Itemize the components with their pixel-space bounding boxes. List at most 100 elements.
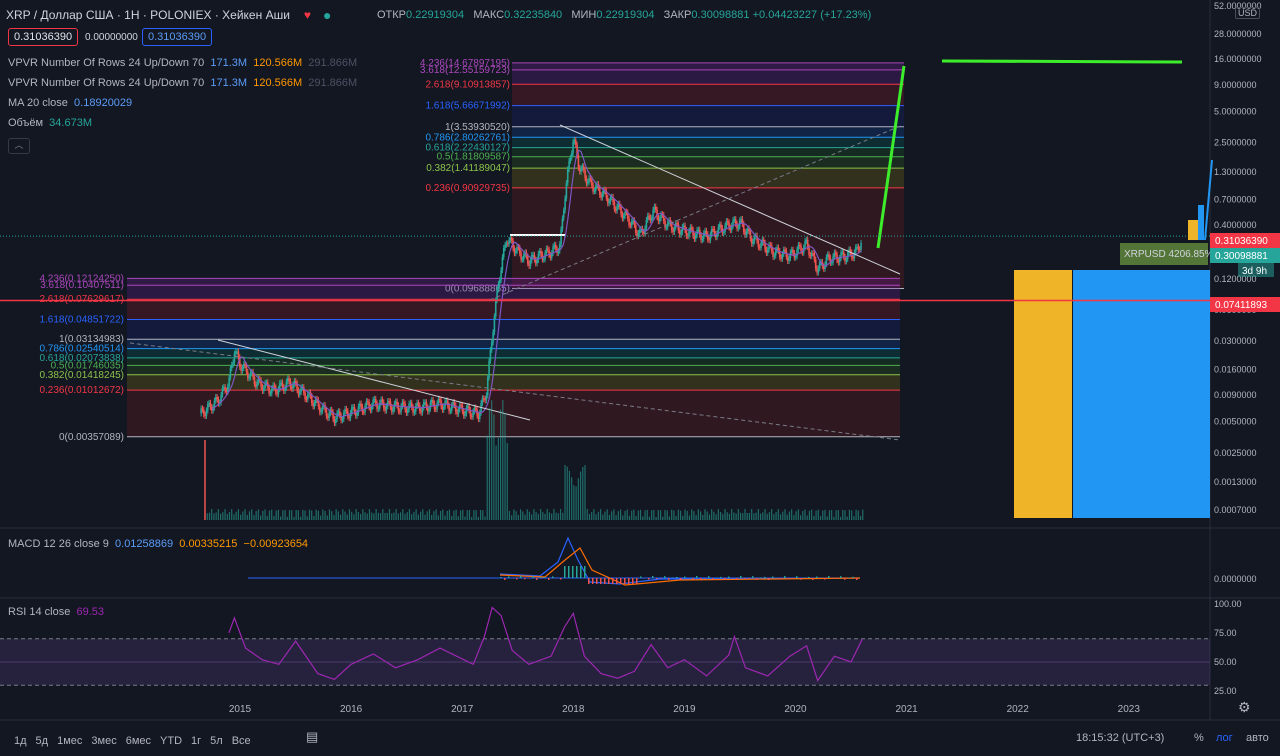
- clock-time[interactable]: 18:15:32 (UTC+3): [1076, 732, 1164, 744]
- indicator-ma20[interactable]: MA 20 close 0.18920029: [8, 97, 132, 109]
- indicator-rsi[interactable]: RSI 14 close 69.53: [8, 606, 104, 618]
- range-1m[interactable]: 1мес: [57, 735, 82, 747]
- volume-bar: [315, 509, 317, 520]
- volume-bar: [724, 509, 726, 520]
- symbol-title[interactable]: XRP / Доллар США · 1Н · POLONIEX · Хейке…: [6, 8, 290, 22]
- range-1y[interactable]: 1г: [191, 735, 201, 747]
- range-5y[interactable]: 5л: [210, 735, 223, 747]
- auto-toggle[interactable]: авто: [1246, 732, 1269, 744]
- rsi-tick: 50.00: [1214, 657, 1237, 667]
- candle-body: [229, 368, 232, 378]
- candle-body: [417, 402, 420, 406]
- fib-left-zone: [127, 299, 900, 320]
- volume-bar: [713, 511, 715, 520]
- candle-body: [493, 316, 496, 333]
- gear-icon[interactable]: ⚙: [1238, 699, 1251, 716]
- volume-bar: [379, 513, 382, 520]
- volume-bar: [319, 515, 322, 520]
- macd-hist: [632, 578, 634, 584]
- y-tick-label: 16.0000000: [1214, 54, 1262, 64]
- candle-body: [400, 406, 402, 412]
- fib-right-zone: [512, 69, 904, 85]
- candle-body: [546, 248, 549, 250]
- buy-button[interactable]: 0.31036390: [142, 28, 213, 46]
- range-ytd[interactable]: YTD: [160, 735, 182, 747]
- candle-body: [845, 259, 848, 262]
- volume-bar: [751, 509, 753, 520]
- volume-bar: [415, 509, 417, 520]
- fib-left-label: 3.618(0.10407511): [40, 280, 124, 291]
- candle-body: [270, 388, 273, 394]
- candle-body: [522, 254, 525, 260]
- volume-bar: [597, 511, 599, 520]
- candle-body: [774, 249, 777, 256]
- heart-icon[interactable]: ♥: [304, 8, 311, 22]
- volume-bar: [719, 511, 722, 520]
- fib-left-zone: [127, 390, 900, 437]
- volume-bar: [362, 509, 364, 520]
- fib-right-label: 0.236(0.90929735): [425, 183, 510, 194]
- candle-body: [673, 227, 676, 233]
- macd-hist: [640, 576, 642, 578]
- volume-bar: [695, 515, 697, 520]
- volume-bar: [235, 511, 237, 520]
- volume-bar: [266, 515, 268, 520]
- volume-bar: [279, 516, 282, 520]
- macd-hist: [748, 578, 750, 579]
- candle-body: [694, 235, 697, 239]
- indicator-vpvr-2[interactable]: VPVR Number Of Rows 24 Up/Down 70 171.3M…: [8, 77, 357, 89]
- range-1d[interactable]: 1д: [14, 735, 27, 747]
- fib-left-label: 1.618(0.04851722): [39, 315, 124, 326]
- candle-body: [488, 360, 490, 378]
- range-all[interactable]: Все: [232, 735, 251, 747]
- price-tag-label: 0.07411893: [1215, 300, 1268, 311]
- log-toggle[interactable]: лог: [1216, 732, 1233, 744]
- candle-body: [500, 270, 502, 280]
- volume-bar: [624, 510, 626, 520]
- chart-header: XRP / Доллар США · 1Н · POLONIEX · Хейке…: [6, 7, 332, 23]
- candle-body: [580, 168, 582, 172]
- indicator-macd[interactable]: MACD 12 26 close 9 0.01258869 0.00335215…: [8, 538, 308, 550]
- chart-canvas[interactable]: 4.236(14.67897195)3.618(12.55159723)2.61…: [0, 0, 1280, 756]
- y-tick-label: 0.0090000: [1214, 390, 1257, 400]
- volume-bar: [326, 515, 328, 520]
- volume-bar: [551, 513, 553, 520]
- volume-bar: [484, 516, 486, 520]
- indicator-volume[interactable]: Объём 34.673M: [8, 117, 92, 129]
- candle-body: [753, 236, 756, 242]
- candle-body: [325, 409, 328, 417]
- candle-body: [566, 169, 569, 183]
- macd-hist: [712, 578, 714, 580]
- candle-body: [494, 300, 497, 317]
- percent-toggle[interactable]: %: [1194, 732, 1204, 744]
- calendar-icon[interactable]: ▤: [306, 729, 318, 745]
- range-3m[interactable]: 3мес: [91, 735, 116, 747]
- currency-label[interactable]: USD: [1235, 7, 1261, 19]
- volume-bar: [464, 516, 466, 520]
- candle-body: [268, 387, 270, 394]
- macd-hist: [740, 576, 742, 578]
- sell-button[interactable]: 0.31036390: [8, 28, 79, 46]
- volume-bar: [471, 516, 473, 520]
- macd-hist: [520, 576, 522, 578]
- volume-bar: [722, 514, 724, 520]
- volume-bar: [771, 509, 773, 520]
- volume-bar: [524, 514, 526, 520]
- indicator-vpvr-1[interactable]: VPVR Number Of Rows 24 Up/Down 70 171.3M…: [8, 57, 357, 69]
- candle-body: [692, 229, 694, 236]
- volume-bar: [737, 509, 739, 520]
- volume-bar: [708, 514, 711, 520]
- macd-hist: [744, 578, 746, 580]
- volume-bar: [702, 514, 704, 520]
- volume-bar: [642, 516, 644, 520]
- macd-hist: [816, 576, 818, 578]
- volume-bar: [411, 514, 413, 520]
- collapse-indicators-button[interactable]: ︿: [8, 138, 30, 154]
- candle-body: [598, 187, 601, 195]
- range-5d[interactable]: 5д: [36, 735, 49, 747]
- fib-right-label: 1(3.53930520): [445, 122, 510, 133]
- y-tick-label: 0.4000000: [1214, 220, 1257, 230]
- candle-body: [794, 256, 797, 258]
- volume-bar: [764, 509, 766, 520]
- range-6m[interactable]: 6мес: [126, 735, 151, 747]
